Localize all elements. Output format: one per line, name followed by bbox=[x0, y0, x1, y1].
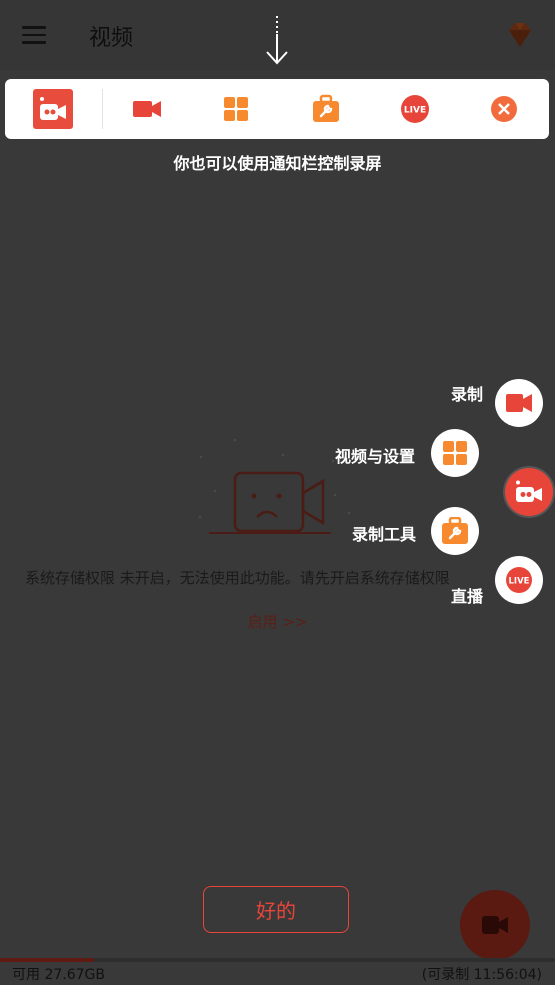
ok-button[interactable]: 好的 bbox=[203, 886, 349, 933]
storage-usage-fill bbox=[0, 958, 95, 962]
live-label: 直播 bbox=[451, 587, 484, 606]
close-icon[interactable] bbox=[487, 92, 521, 126]
videos-settings-label: 视频与设置 bbox=[335, 447, 416, 466]
toolbox-icon[interactable] bbox=[309, 92, 343, 126]
record-fab[interactable] bbox=[460, 890, 530, 960]
record-label: 录制 bbox=[451, 385, 484, 404]
toolbox-icon bbox=[442, 517, 468, 544]
notification-control-bar: LIVE bbox=[5, 79, 549, 139]
tutorial-caption: 你也可以使用通知栏控制录屏 bbox=[173, 154, 382, 173]
recorder-app-icon bbox=[516, 480, 542, 502]
storage-available: 可用 27.67GB bbox=[12, 967, 105, 983]
svg-text:LIVE: LIVE bbox=[509, 577, 530, 587]
grid-icon[interactable] bbox=[219, 92, 253, 126]
live-icon[interactable]: LIVE bbox=[398, 92, 432, 126]
grid-icon bbox=[443, 441, 467, 465]
empty-video-illustration bbox=[198, 438, 351, 534]
app-icon[interactable] bbox=[33, 89, 73, 129]
record-icon[interactable] bbox=[130, 92, 164, 126]
tools-label: 录制工具 bbox=[352, 525, 417, 544]
storage-usage-bar bbox=[0, 958, 555, 962]
float-videos-settings-button[interactable] bbox=[431, 429, 479, 477]
float-record-button[interactable] bbox=[495, 379, 543, 427]
divider bbox=[102, 89, 103, 129]
recorder-app-icon bbox=[40, 97, 66, 120]
float-live-button[interactable]: LIVE bbox=[495, 556, 543, 604]
live-icon: LIVE bbox=[506, 567, 532, 593]
record-icon bbox=[506, 394, 532, 412]
record-time-remaining: (可录制 11:56:04) bbox=[421, 967, 542, 983]
enable-permission-link[interactable]: 启用 >> bbox=[0, 611, 555, 632]
down-arrow-icon bbox=[266, 16, 288, 65]
svg-text:LIVE: LIVE bbox=[404, 106, 426, 116]
floating-recorder-button[interactable] bbox=[505, 468, 553, 516]
premium-gem-icon[interactable] bbox=[503, 18, 537, 52]
float-tools-button[interactable] bbox=[431, 507, 479, 555]
menu-icon[interactable] bbox=[22, 26, 46, 44]
video-camera-icon bbox=[482, 916, 508, 934]
page-title: 视频 bbox=[89, 26, 134, 51]
